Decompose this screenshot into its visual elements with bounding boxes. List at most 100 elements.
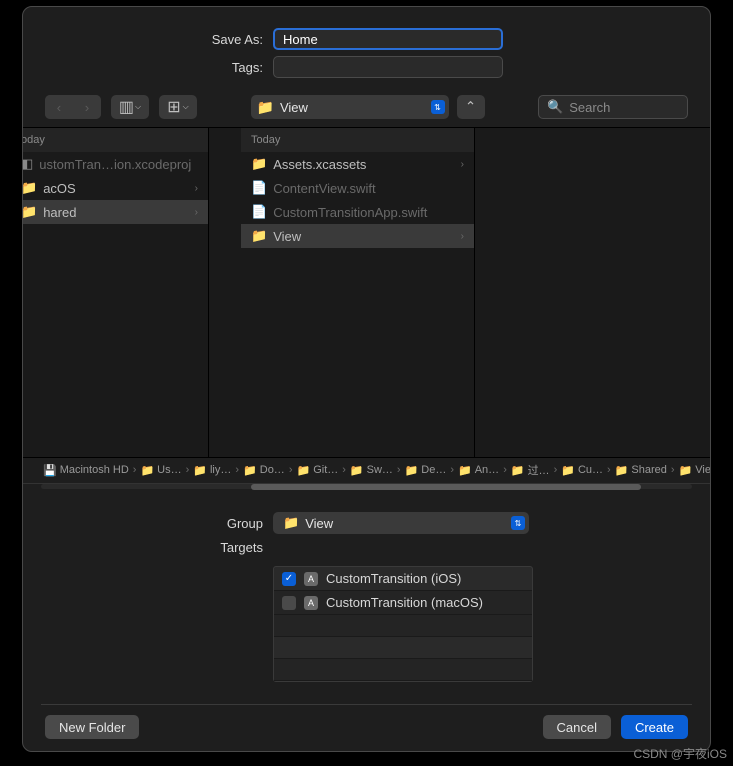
breadcrumb-label: De…	[421, 464, 446, 476]
breadcrumb-item[interactable]: 📁View	[679, 464, 710, 477]
chevron-right-icon: ›	[461, 231, 464, 242]
folder-icon: 📁	[257, 99, 274, 116]
list-item[interactable]: 📁Assets.xcassets›	[241, 152, 474, 176]
target-name: CustomTransition (macOS)	[326, 595, 483, 610]
create-button[interactable]: Create	[621, 715, 688, 739]
project-icon: ◧	[23, 156, 33, 172]
tags-input[interactable]	[273, 56, 503, 78]
breadcrumb-item[interactable]: 📁Sw…	[350, 464, 393, 477]
back-button[interactable]: ‹	[45, 95, 73, 119]
item-name: ContentView.swift	[273, 181, 464, 196]
grid-icon: ⊞	[167, 97, 180, 117]
folder-icon: 📁	[251, 228, 267, 244]
chevron-down-icon: ⌵	[135, 102, 141, 112]
target-row[interactable]: ✓ A CustomTransition (iOS)	[274, 567, 532, 591]
chevron-right-icon: ›	[397, 464, 401, 476]
chevron-left-icon: ‹	[57, 100, 61, 115]
search-placeholder: Search	[569, 100, 610, 115]
app-icon: A	[304, 572, 318, 586]
breadcrumb-label: An…	[475, 464, 499, 476]
chevron-right-icon: ›	[195, 183, 198, 194]
group-value: View	[305, 516, 333, 531]
scroll-thumb[interactable]	[251, 484, 641, 490]
toolbar: ‹ › ▥ ⌵ ⊞ ⌵ 📁 View ⇅ ⌃	[23, 81, 710, 127]
document-icon: 📄	[251, 180, 267, 196]
browser-column-2: Today 📁Assets.xcassets› 📄 ContentView.swif…	[241, 128, 475, 457]
targets-list: ✓ A CustomTransition (iOS) ACustomTransitio…	[273, 566, 533, 682]
disk-icon: 💾	[43, 464, 57, 477]
folder-icon: 📁	[193, 464, 207, 477]
folder-icon: 📁	[679, 464, 693, 477]
group-targets-section: Group 📁 View ⇅ Targets ✓ACustomTransitio…	[23, 489, 710, 692]
tags-label: Tags:	[53, 60, 263, 75]
chevron-right-icon: ›	[133, 464, 137, 476]
breadcrumb-label: Us…	[157, 464, 181, 476]
file-browser: oday ◧ustomTran…ion.xcodeproj📁acOS›📁hare…	[23, 127, 710, 458]
document-icon: 📄	[251, 204, 267, 220]
target-row[interactable]: ACustomTransition (macOS)	[274, 591, 532, 615]
breadcrumb-item[interactable]: 📁liy…	[193, 464, 231, 477]
column-header: Today	[241, 128, 474, 152]
folder-icon: 📁	[511, 464, 525, 477]
breadcrumb: 💾Macintosh HD›📁Us…›📁liy…›📁Do…›📁Git…›📁Sw……	[23, 458, 710, 485]
folder-icon: 📁	[350, 464, 364, 477]
item-name: View	[273, 229, 454, 244]
target-row-empty	[274, 615, 532, 637]
chevron-up-icon: ⌃	[465, 99, 476, 115]
view-mode-columns[interactable]: ▥ ⌵	[111, 95, 149, 119]
breadcrumb-label: Macintosh HD	[60, 464, 129, 476]
breadcrumb-label: View	[695, 464, 710, 476]
target-row-empty	[274, 637, 532, 659]
breadcrumb-label: liy…	[210, 464, 231, 476]
breadcrumb-item[interactable]: 📁Us…	[140, 464, 181, 477]
breadcrumb-item[interactable]: 📁Git…	[296, 464, 338, 477]
save-as-input[interactable]	[273, 28, 503, 50]
list-item[interactable]: 📁 View ›	[241, 224, 474, 248]
new-folder-button[interactable]: New Folder	[45, 715, 139, 739]
checkbox[interactable]: ✓	[282, 572, 296, 586]
breadcrumb-item[interactable]: 📁过…	[511, 462, 550, 478]
list-item[interactable]: ◧ustomTran…ion.xcodeproj	[23, 152, 208, 176]
collapse-button[interactable]: ⌃	[457, 95, 485, 119]
breadcrumb-label: Cu…	[578, 464, 603, 476]
search-input[interactable]: 🔍 Search	[538, 95, 688, 119]
chevron-down-icon: ⌵	[183, 102, 189, 112]
list-item[interactable]: 📁hared›	[23, 200, 208, 224]
path-dropdown-label: View	[280, 100, 308, 115]
chevron-right-icon: ›	[342, 464, 346, 476]
target-row-empty	[274, 659, 532, 681]
breadcrumb-item[interactable]: 📁Cu…	[561, 464, 603, 477]
folder-icon: 📁	[615, 464, 629, 477]
list-item[interactable]: 📄 CustomTransitionApp.swift	[241, 200, 474, 224]
item-name: CustomTransitionApp.swift	[273, 205, 464, 220]
breadcrumb-item[interactable]: 📁De…	[405, 464, 447, 477]
group-dropdown[interactable]: 📁 View ⇅	[273, 512, 529, 534]
breadcrumb-item[interactable]: 📁An…	[458, 464, 499, 477]
save-as-label: Save As:	[53, 32, 263, 47]
folder-icon: 📁	[405, 464, 419, 477]
save-as-row: Save As:	[23, 25, 710, 53]
save-dialog: Save As: Tags: ‹ › ▥ ⌵ ⊞ ⌵	[22, 6, 711, 752]
column-header: oday	[23, 128, 208, 152]
forward-button[interactable]: ›	[73, 95, 101, 119]
path-dropdown[interactable]: 📁 View ⇅	[251, 95, 449, 119]
breadcrumb-label: Sw…	[367, 464, 393, 476]
columns-icon: ▥	[119, 97, 133, 117]
chevron-right-icon: ›	[461, 159, 464, 170]
breadcrumb-item[interactable]: 💾Macintosh HD	[43, 464, 129, 477]
checkbox[interactable]	[282, 596, 296, 610]
folder-icon: 📁	[23, 180, 37, 196]
chevron-right-icon: ›	[235, 464, 239, 476]
target-name: CustomTransition (iOS)	[326, 571, 461, 586]
folder-icon: 📁	[458, 464, 472, 477]
list-item[interactable]: 📄 ContentView.swift	[241, 176, 474, 200]
horizontal-scrollbar[interactable]	[41, 484, 692, 489]
folder-icon: 📁	[561, 464, 575, 477]
cancel-button[interactable]: Cancel	[543, 715, 611, 739]
view-mode-grid[interactable]: ⊞ ⌵	[159, 95, 197, 119]
breadcrumb-item[interactable]: 📁Shared	[615, 464, 667, 477]
folder-icon: 📁	[23, 204, 37, 220]
list-item[interactable]: 📁acOS›	[23, 176, 208, 200]
updown-icon: ⇅	[431, 100, 445, 114]
breadcrumb-item[interactable]: 📁Do…	[243, 464, 285, 477]
